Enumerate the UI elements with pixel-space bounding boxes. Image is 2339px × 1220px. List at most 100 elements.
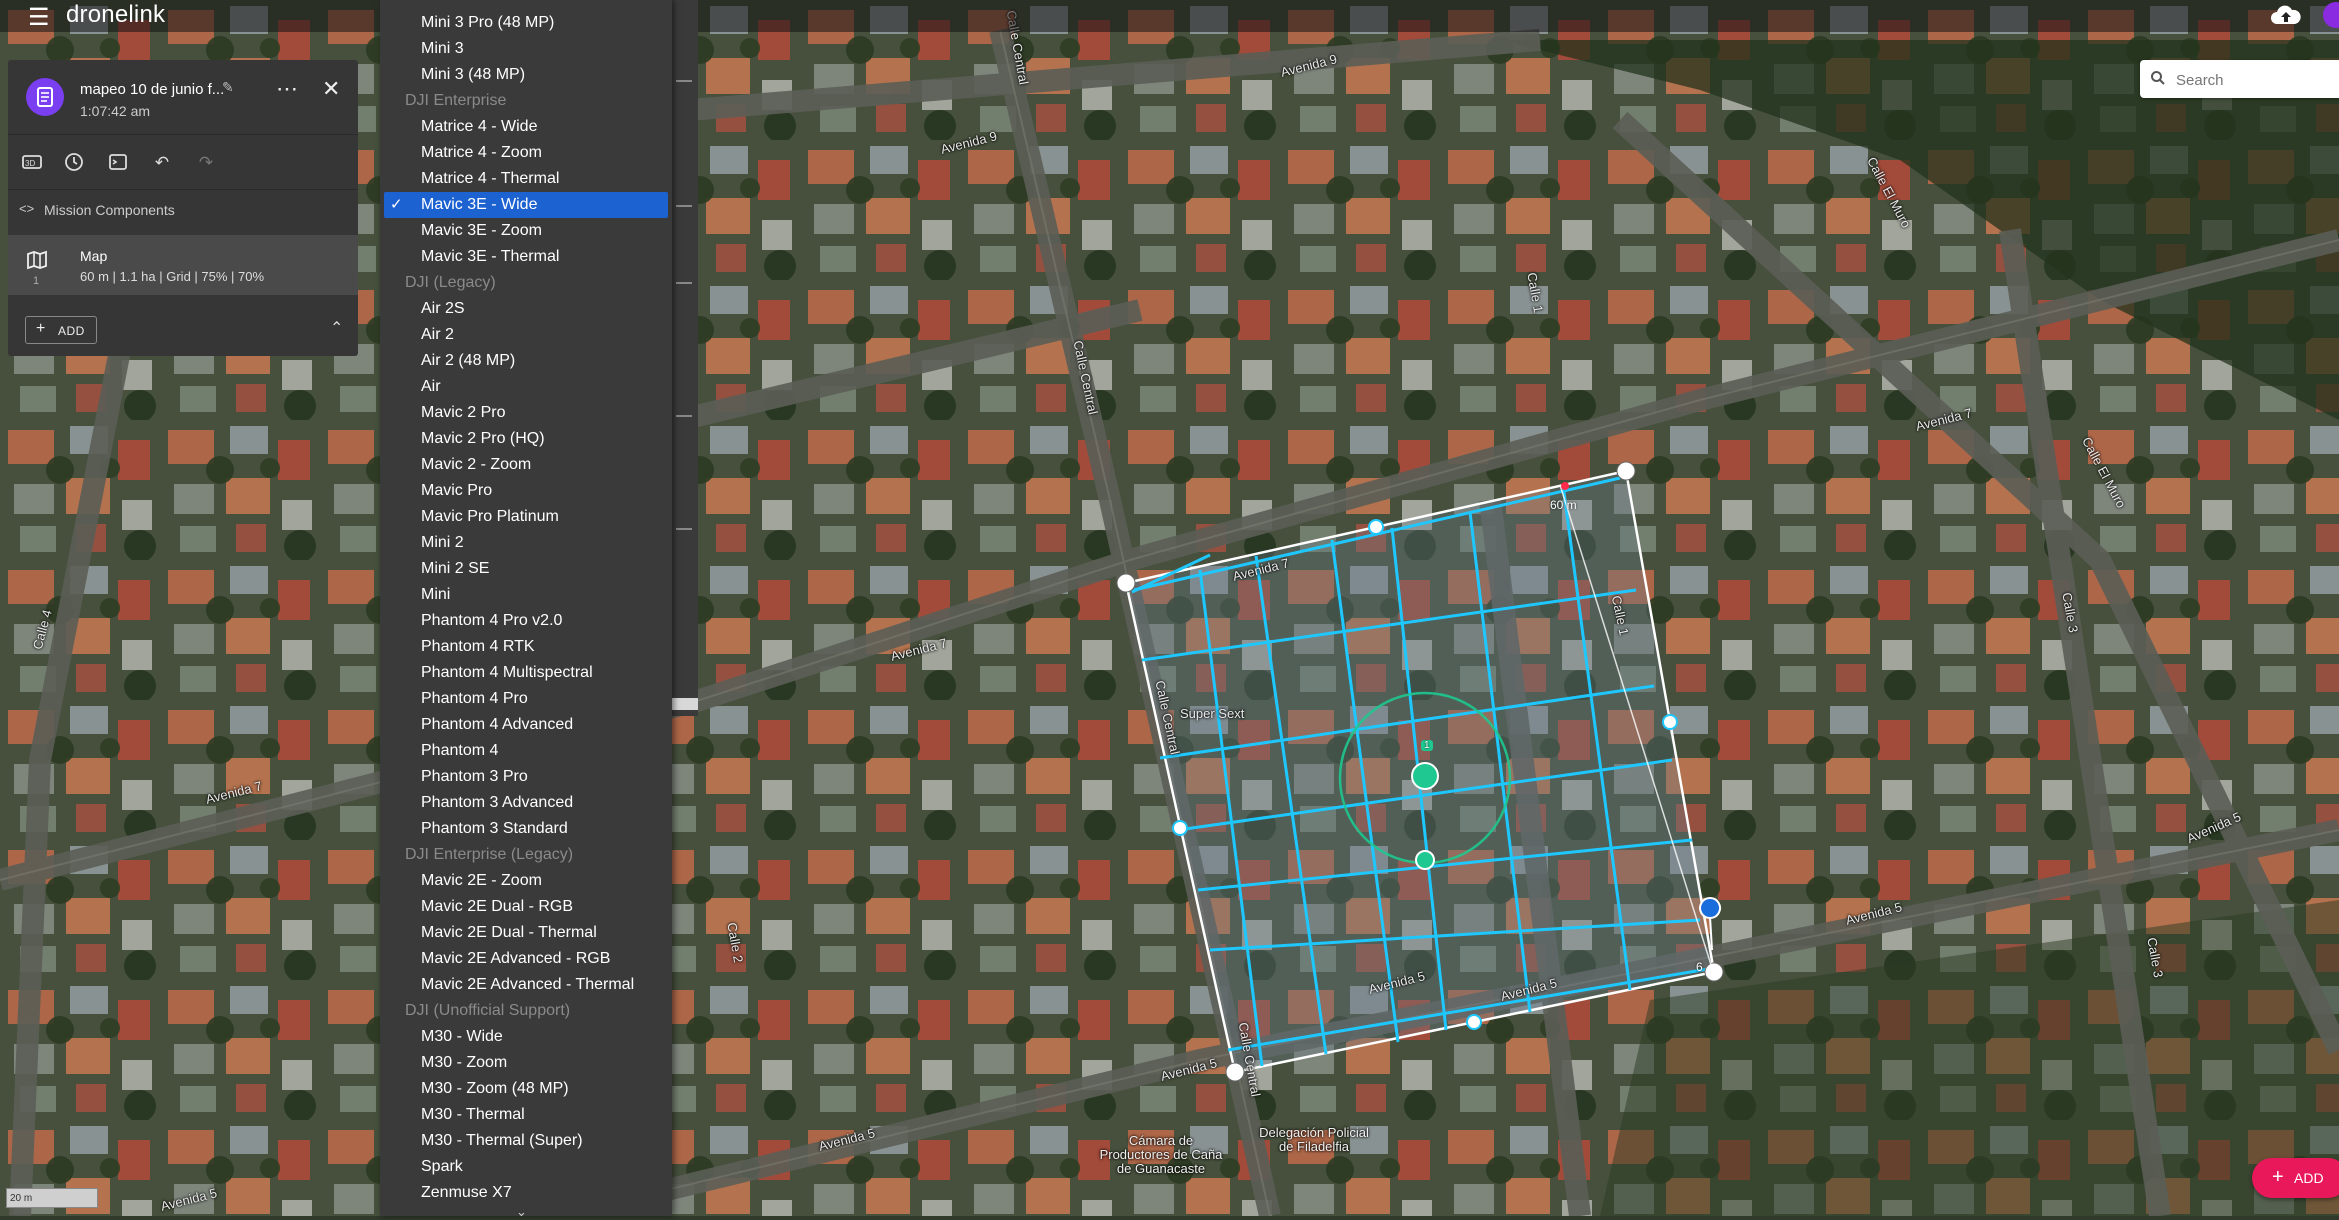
dropdown-option[interactable]: Air 2S — [380, 296, 672, 322]
dropdown-option[interactable]: Phantom 4 — [380, 738, 672, 764]
terminal-icon[interactable] — [106, 151, 130, 175]
dropdown-option[interactable]: Matrice 4 - Zoom — [380, 140, 672, 166]
dropdown-option[interactable]: Mavic 2E Advanced - RGB — [380, 946, 672, 972]
dropdown-option[interactable]: Phantom 4 RTK — [380, 634, 672, 660]
dropdown-option[interactable]: M30 - Zoom (48 MP) — [380, 1076, 672, 1102]
street-label: Super Sext — [1180, 706, 1245, 721]
option-label: Mavic 3E - Wide — [421, 196, 538, 213]
dropdown-option[interactable]: Mini 3 Pro (48 MP) — [380, 10, 672, 36]
option-label: Zenmuse X7 — [421, 1184, 512, 1201]
hamburger-menu-icon[interactable]: ☰ — [28, 3, 50, 32]
cloud-upload-icon[interactable] — [2269, 2, 2303, 28]
option-label: Air 2 (48 MP) — [421, 352, 516, 369]
dropdown-option[interactable]: Mavic 2E Advanced - Thermal — [380, 972, 672, 998]
divider — [676, 528, 692, 530]
dropdown-option[interactable]: Phantom 3 Pro — [380, 764, 672, 790]
dropdown-option[interactable]: Mavic 3E - Thermal — [380, 244, 672, 270]
option-label: Mavic 3E - Zoom — [421, 222, 542, 239]
chevron-up-icon[interactable]: ⌃ — [330, 318, 343, 338]
dropdown-option[interactable]: ✓ Mavic 3E - Wide — [384, 192, 668, 218]
dropdown-option[interactable]: Matrice 4 - Thermal — [380, 166, 672, 192]
option-label: Matrice 4 - Thermal — [421, 170, 560, 187]
search-box[interactable] — [2140, 60, 2339, 98]
dropdown-option[interactable]: Air 2 (48 MP) — [380, 348, 672, 374]
dropdown-option[interactable]: Mavic 2 Pro — [380, 400, 672, 426]
redo-icon[interactable]: ↷ — [194, 151, 218, 175]
mission-title[interactable]: mapeo 10 de junio f... — [80, 81, 224, 98]
option-label: Mini 3 Pro (48 MP) — [421, 14, 555, 31]
dropdown-option[interactable]: Mini 2 — [380, 530, 672, 556]
option-label: Phantom 3 Standard — [421, 820, 568, 837]
dropdown-option[interactable]: Zenmuse X7 — [380, 1180, 672, 1206]
dropdown-option[interactable]: Phantom 4 Multispectral — [380, 660, 672, 686]
option-label: M30 - Thermal — [421, 1106, 525, 1123]
component-map-item[interactable]: 1 Map 60 m | 1.1 ha | Grid | 75% | 70% — [8, 235, 358, 295]
option-label: Mavic 2 Pro — [421, 404, 506, 421]
dropdown-option[interactable]: M30 - Wide — [380, 1024, 672, 1050]
drone-model-dropdown[interactable]: Mini 3 Pro (48 MP) Mini 3 Mini 3 (48 MP) DJ… — [380, 0, 672, 1219]
dropdown-option[interactable]: Mavic 2E Dual - Thermal — [380, 920, 672, 946]
mission-icon — [26, 78, 64, 116]
dropdown-option[interactable]: Matrice 4 - Wide — [380, 114, 672, 140]
add-component-label: ADD — [58, 324, 85, 338]
chevron-down-icon[interactable]: ⌄ — [516, 1204, 527, 1220]
group-label: DJI Enterprise — [405, 92, 507, 109]
more-options-icon[interactable]: ⋯ — [276, 76, 299, 102]
mission-components-header[interactable]: <> Mission Components — [8, 190, 358, 230]
plus-icon: + — [36, 320, 46, 337]
settings-slider[interactable] — [672, 698, 698, 710]
dropdown-option[interactable]: Mavic 2 - Zoom — [380, 452, 672, 478]
dropdown-option[interactable]: Phantom 4 Advanced — [380, 712, 672, 738]
add-component-button[interactable]: + ADD — [25, 316, 97, 344]
dropdown-option[interactable]: Mavic 2E Dual - RGB — [380, 894, 672, 920]
mission-header: mapeo 10 de junio f... ✎ 1:07:42 am ⋯ ✕ — [8, 60, 358, 135]
dropdown-option[interactable]: Air 2 — [380, 322, 672, 348]
dropdown-option[interactable]: Mavic Pro — [380, 478, 672, 504]
clock-icon[interactable] — [62, 151, 86, 175]
dropdown-option[interactable]: Mini 2 SE — [380, 556, 672, 582]
dropdown-option[interactable]: Mavic 3E - Zoom — [380, 218, 672, 244]
dropdown-option[interactable]: M30 - Zoom — [380, 1050, 672, 1076]
dropdown-option[interactable]: Phantom 3 Advanced — [380, 790, 672, 816]
divider — [676, 282, 692, 284]
dropdown-option[interactable]: M30 - Thermal (Super) — [380, 1128, 672, 1154]
dropdown-option[interactable]: Spark — [380, 1154, 672, 1180]
dropdown-option[interactable]: Mavic 2E - Zoom — [380, 868, 672, 894]
dropdown-option[interactable]: Phantom 4 Pro — [380, 686, 672, 712]
option-label: Air 2 — [421, 326, 454, 343]
dropdown-option[interactable]: Mavic 2 Pro (HQ) — [380, 426, 672, 452]
add-fab-button[interactable]: + ADD — [2252, 1158, 2339, 1198]
3d-view-icon[interactable]: 3D — [20, 151, 44, 175]
map-scale-bar: 20 m — [6, 1188, 98, 1208]
option-label: Mavic Pro — [421, 482, 493, 499]
close-icon[interactable]: ✕ — [322, 76, 340, 102]
edge-length-label: 6 — [1696, 960, 1703, 974]
option-label: Mavic 2 - Zoom — [421, 456, 532, 473]
option-label: Mavic Pro Platinum — [421, 508, 559, 525]
option-label: M30 - Zoom — [421, 1054, 508, 1071]
poi-label: Cámara de Productores de Caña de Guanaca… — [1099, 1133, 1223, 1176]
option-label: Matrice 4 - Wide — [421, 118, 538, 135]
search-icon — [2151, 71, 2165, 85]
dropdown-option[interactable]: M30 - Thermal — [380, 1102, 672, 1128]
add-fab-label: ADD — [2294, 1170, 2324, 1186]
poi-label: Delegación Policial de Filadelfia — [1259, 1125, 1369, 1154]
waypoint-number[interactable]: 1 — [1421, 740, 1433, 751]
dropdown-group-header: DJI (Unofficial Support) — [405, 998, 665, 1024]
dropdown-option[interactable]: Phantom 3 Standard — [380, 816, 672, 842]
dropdown-option[interactable]: Mavic Pro Platinum — [380, 504, 672, 530]
mission-toolbar: 3D ↶ ↷ — [8, 135, 358, 190]
dropdown-option[interactable]: Mini 3 (48 MP) — [380, 62, 672, 88]
dropdown-option[interactable]: Phantom 4 Pro v2.0 — [380, 608, 672, 634]
mission-time: 1:07:42 am — [80, 103, 151, 119]
divider — [676, 205, 692, 207]
search-input[interactable] — [2174, 68, 2338, 92]
dropdown-option[interactable]: Air — [380, 374, 672, 400]
plus-icon: + — [2272, 1166, 2284, 1188]
dropdown-option[interactable]: Mini 3 — [380, 36, 672, 62]
avatar[interactable] — [2323, 2, 2339, 28]
undo-icon[interactable]: ↶ — [150, 151, 174, 175]
edit-pencil-icon[interactable]: ✎ — [222, 79, 234, 96]
component-title: Map — [80, 248, 108, 264]
dropdown-option[interactable]: Mini — [380, 582, 672, 608]
